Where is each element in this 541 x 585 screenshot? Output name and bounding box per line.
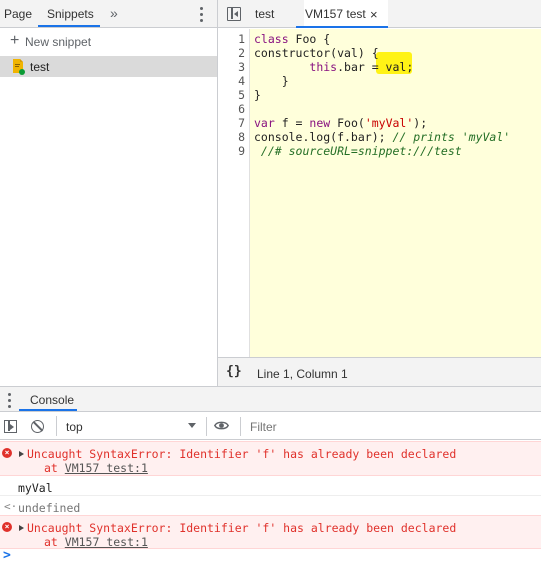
sources-area: Page Snippets » + New snippet test test … <box>0 0 541 386</box>
chevron-down-icon <box>188 423 196 428</box>
tab-snippets[interactable]: Snippets <box>47 0 94 28</box>
pretty-print-icon[interactable]: {} <box>226 364 242 379</box>
more-tabs-icon[interactable]: » <box>110 0 118 28</box>
more-options-icon[interactable] <box>196 5 208 23</box>
line-number[interactable]: 7 <box>238 116 245 130</box>
code-line-7: var f = new Foo('myVal'); <box>254 116 428 130</box>
editor-pane: test VM157 test × 1 2 3 4 5 6 7 8 9 clas… <box>218 0 541 386</box>
source-link[interactable]: VM157 test:1 <box>65 535 148 549</box>
plus-icon: + <box>10 32 20 49</box>
close-tab-icon[interactable]: × <box>370 0 378 28</box>
code-line-1: class Foo { <box>254 32 331 46</box>
result-text: undefined <box>18 501 81 515</box>
show-sidebar-icon[interactable] <box>4 420 17 433</box>
code-line-5: } <box>254 88 261 102</box>
running-status-dot <box>19 69 25 75</box>
active-tab-indicator <box>38 25 100 27</box>
code-line-8: console.log(f.bar); // prints 'myVal' <box>254 130 511 144</box>
line-number[interactable]: 8 <box>238 130 245 144</box>
snippet-item-test[interactable]: test <box>0 56 217 77</box>
editor-status-bar: {} Line 1, Column 1 <box>218 357 541 386</box>
filter-input[interactable] <box>246 416 536 437</box>
navigator-tabbar: Page Snippets » <box>0 0 217 28</box>
line-number[interactable]: 1 <box>238 32 245 46</box>
line-number[interactable]: 9 <box>238 144 245 158</box>
editor-tab-test[interactable]: test <box>255 0 274 28</box>
tab-page[interactable]: Page <box>4 0 32 28</box>
new-snippet-button[interactable]: + New snippet <box>0 30 217 54</box>
code-line-4: } <box>254 74 289 88</box>
active-tab-indicator <box>19 409 77 411</box>
error-icon: × <box>2 522 12 532</box>
line-number[interactable]: 5 <box>238 88 245 102</box>
result-arrow-icon: <· <box>4 500 18 513</box>
error-icon: × <box>2 448 12 458</box>
code-line-2: constructor(val) { <box>254 46 379 60</box>
console-toolbar: top <box>0 413 541 440</box>
expand-triangle-icon[interactable] <box>19 451 24 457</box>
new-snippet-label: New snippet <box>25 35 92 49</box>
divider <box>240 417 241 436</box>
tab-console[interactable]: Console <box>30 393 74 407</box>
divider <box>206 417 207 436</box>
toggle-navigator-icon[interactable] <box>227 7 241 21</box>
console-result-message: <· undefined <box>0 496 541 516</box>
line-number[interactable]: 2 <box>238 46 245 60</box>
source-link[interactable]: VM157 test:1 <box>65 461 148 475</box>
error-location: at VM157 test:1 <box>44 535 148 549</box>
console-error-message: × Uncaught SyntaxError: Identifier 'f' h… <box>0 441 541 476</box>
snippet-item-label: test <box>30 60 50 74</box>
error-text: Uncaught SyntaxError: Identifier 'f' has… <box>27 447 457 461</box>
drawer-tabbar: Console <box>0 386 541 412</box>
error-location: at VM157 test:1 <box>44 461 148 475</box>
cursor-position: Line 1, Column 1 <box>257 367 348 381</box>
line-number[interactable]: 6 <box>238 102 245 116</box>
clear-console-icon[interactable] <box>31 420 44 433</box>
line-gutter: 1 2 3 4 5 6 7 8 9 <box>218 29 250 357</box>
console-prompt[interactable]: > <box>3 548 11 563</box>
context-selector[interactable]: top <box>56 416 206 436</box>
error-text: Uncaught SyntaxError: Identifier 'f' has… <box>27 521 457 535</box>
log-text: myVal <box>18 481 53 495</box>
line-number[interactable]: 4 <box>238 74 245 88</box>
code-line-3: this.bar = val; <box>309 60 414 74</box>
console-error-message: × Uncaught SyntaxError: Identifier 'f' h… <box>0 515 541 549</box>
active-tab-indicator <box>296 26 388 28</box>
navigator-pane: Page Snippets » + New snippet test <box>0 0 217 386</box>
expand-triangle-icon[interactable] <box>19 525 24 531</box>
line-number[interactable]: 3 <box>238 60 245 74</box>
eye-icon[interactable] <box>214 420 229 431</box>
console-log-message: myVal <box>0 476 541 496</box>
code-editor[interactable]: 1 2 3 4 5 6 7 8 9 class Foo { constructo… <box>218 29 541 357</box>
context-label: top <box>66 420 83 434</box>
code-line-9: //# sourceURL=snippet:///test <box>254 144 462 158</box>
editor-tabbar: test VM157 test × <box>218 0 541 28</box>
drawer-menu-icon[interactable] <box>4 391 16 409</box>
